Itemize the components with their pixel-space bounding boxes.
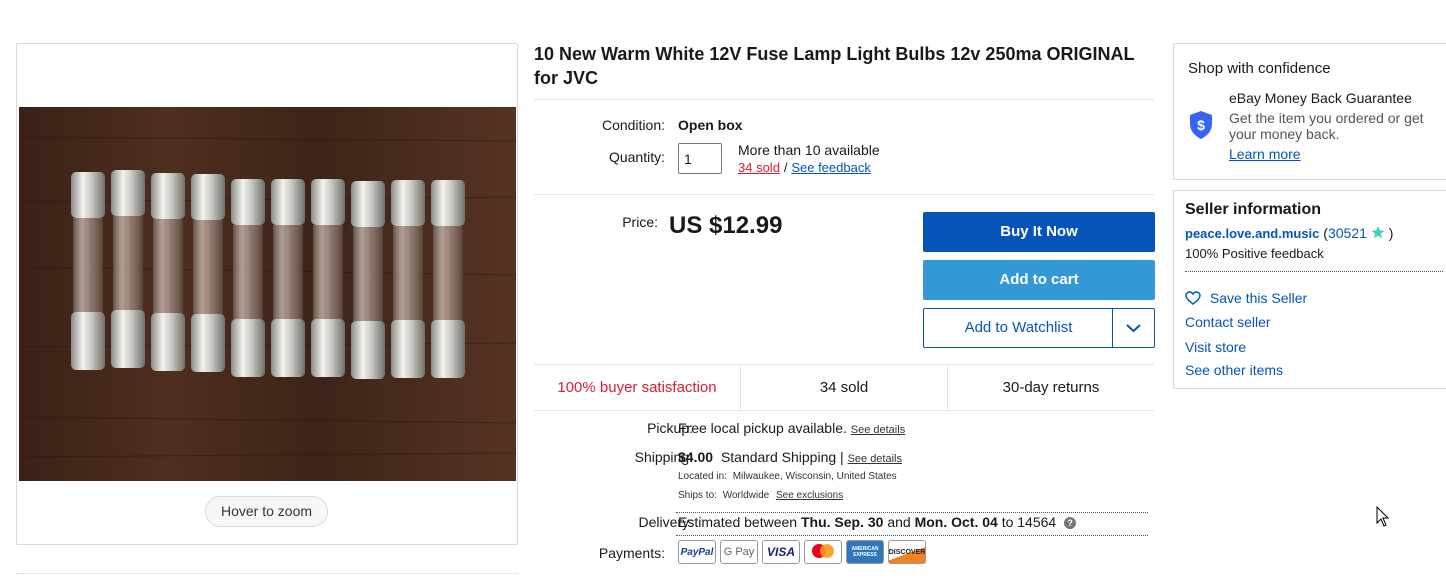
image-gallery: Hover to zoom xyxy=(16,43,518,545)
chevron-down-icon[interactable] xyxy=(1113,309,1154,347)
save-seller-row[interactable]: Save this Seller xyxy=(1185,290,1307,306)
payment-methods: PayPal G Pay VISA AMERICAN EXPRESS DISCO… xyxy=(678,540,926,564)
item-title: 10 New Warm White 12V Fuse Lamp Light Bu… xyxy=(534,44,1135,88)
see-other-items-link[interactable]: See other items xyxy=(1185,362,1283,378)
shield-icon: $ xyxy=(1188,110,1214,145)
google-pay-icon: G Pay xyxy=(720,540,758,564)
discover-icon: DISCOVER xyxy=(888,540,926,564)
condition-value: Open box xyxy=(678,117,743,133)
location-row: Located in: Milwaukee, Wisconsin, United… xyxy=(678,471,897,482)
add-to-watchlist-button[interactable]: Add to Watchlist xyxy=(924,309,1113,347)
ships-to-row: Ships to: Worldwide See exclusions xyxy=(678,490,843,501)
delivery-end-date: Mon. Oct. 04 xyxy=(914,514,998,530)
help-icon[interactable]: ? xyxy=(1064,517,1077,529)
mastercard-icon xyxy=(804,540,842,564)
seller-name-link[interactable]: peace.love.and.music xyxy=(1185,226,1319,241)
title-divider xyxy=(534,99,1154,100)
shop-with-confidence-card: Shop with confidence $ eBay Money Back G… xyxy=(1173,43,1446,180)
price-label: Price: xyxy=(622,214,658,230)
delivery-prefix: Estimated between xyxy=(678,514,798,530)
seller-score-link[interactable]: 30521 xyxy=(1328,225,1367,241)
seller-divider xyxy=(1185,271,1443,272)
amex-icon: AMERICAN EXPRESS xyxy=(846,540,884,564)
seller-information-card: Seller information peace.love.and.music … xyxy=(1173,190,1446,389)
visa-icon: VISA xyxy=(762,540,800,564)
learn-more-link[interactable]: Learn more xyxy=(1229,146,1301,162)
buy-it-now-button[interactable]: Buy It Now xyxy=(923,212,1155,252)
seller-feedback: 100% Positive feedback xyxy=(1185,246,1324,261)
location-value: Milwaukee, Wisconsin, United States xyxy=(732,471,897,482)
payments-label: Payments: xyxy=(598,545,665,561)
buyer-satisfaction-stat: 100% buyer satisfaction xyxy=(557,379,717,396)
returns-stat: 30-day returns xyxy=(947,365,1154,410)
delivery-and: and xyxy=(887,514,911,530)
condition-label: Condition: xyxy=(601,117,665,133)
pickup-row: Free local pickup available. See details xyxy=(678,420,905,436)
pickup-see-details-link[interactable]: See details xyxy=(851,424,905,436)
quantity-input[interactable] xyxy=(678,143,722,174)
shipping-row: $4.00 Standard Shipping | See details xyxy=(678,449,902,465)
seller-score-close: ) xyxy=(1388,225,1394,241)
visit-store-link[interactable]: Visit store xyxy=(1185,339,1246,355)
sold-stat: 34 sold xyxy=(740,365,947,410)
item-details: 10 New Warm White 12V Fuse Lamp Light Bu… xyxy=(534,42,1154,90)
sold-count-link[interactable]: 34 sold xyxy=(738,160,780,175)
shipping-label: Shipping: xyxy=(634,449,693,465)
shipping-see-details-link[interactable]: See details xyxy=(848,453,902,465)
price-value: US $12.99 xyxy=(669,212,783,239)
mouse-cursor-icon xyxy=(1376,505,1390,533)
item-stats-bar: 100% buyer satisfaction 34 sold 30-day r… xyxy=(534,364,1154,411)
quantity-label: Quantity: xyxy=(608,149,665,165)
shield-symbol: $ xyxy=(1197,117,1205,133)
save-seller-link[interactable]: Save this Seller xyxy=(1210,290,1307,306)
guarantee-text: Get the item you ordered or get your mon… xyxy=(1229,110,1424,142)
see-feedback-link[interactable]: See feedback xyxy=(791,160,871,175)
availability-text: More than 10 available xyxy=(738,142,880,158)
delivery-start-date: Thu. Sep. 30 xyxy=(800,514,884,530)
gallery-divider xyxy=(16,573,518,574)
product-photo[interactable] xyxy=(19,107,516,481)
sold-feedback-row: 34 sold / See feedback xyxy=(738,159,871,175)
pickup-text: Free local pickup available. xyxy=(678,420,847,436)
pickup-label: Pickup: xyxy=(647,420,693,436)
paypal-icon: PayPal xyxy=(678,540,716,564)
delivery-estimate: Estimated between Thu. Sep. 30 and Mon. … xyxy=(678,514,1077,530)
add-to-cart-button[interactable]: Add to cart xyxy=(923,260,1155,300)
watchlist-button-group: Add to Watchlist xyxy=(923,308,1155,348)
shipping-cost: $4.00 xyxy=(678,449,714,465)
guarantee-title: eBay Money Back Guarantee xyxy=(1229,90,1412,106)
delivery-zip: to 14564 xyxy=(1001,514,1057,530)
confidence-title: Shop with confidence xyxy=(1188,60,1331,77)
heart-icon xyxy=(1185,290,1205,306)
hover-to-zoom-button[interactable]: Hover to zoom xyxy=(205,496,329,527)
star-icon xyxy=(1371,225,1389,241)
ships-to-value: Worldwide xyxy=(722,490,770,501)
ships-to-label: Ships to: xyxy=(678,490,717,501)
separator: / xyxy=(783,160,788,175)
quantity-divider xyxy=(534,194,1154,195)
contact-seller-link[interactable]: Contact seller xyxy=(1185,314,1271,330)
see-exclusions-link[interactable]: See exclusions xyxy=(776,490,843,501)
location-label: Located in: xyxy=(678,471,727,482)
seller-title: Seller information xyxy=(1185,201,1322,218)
delivery-label: Delivery: xyxy=(638,514,693,530)
seller-name-row: peace.love.and.music (30521 ) xyxy=(1185,225,1393,241)
shipping-method: Standard Shipping | xyxy=(720,449,844,465)
